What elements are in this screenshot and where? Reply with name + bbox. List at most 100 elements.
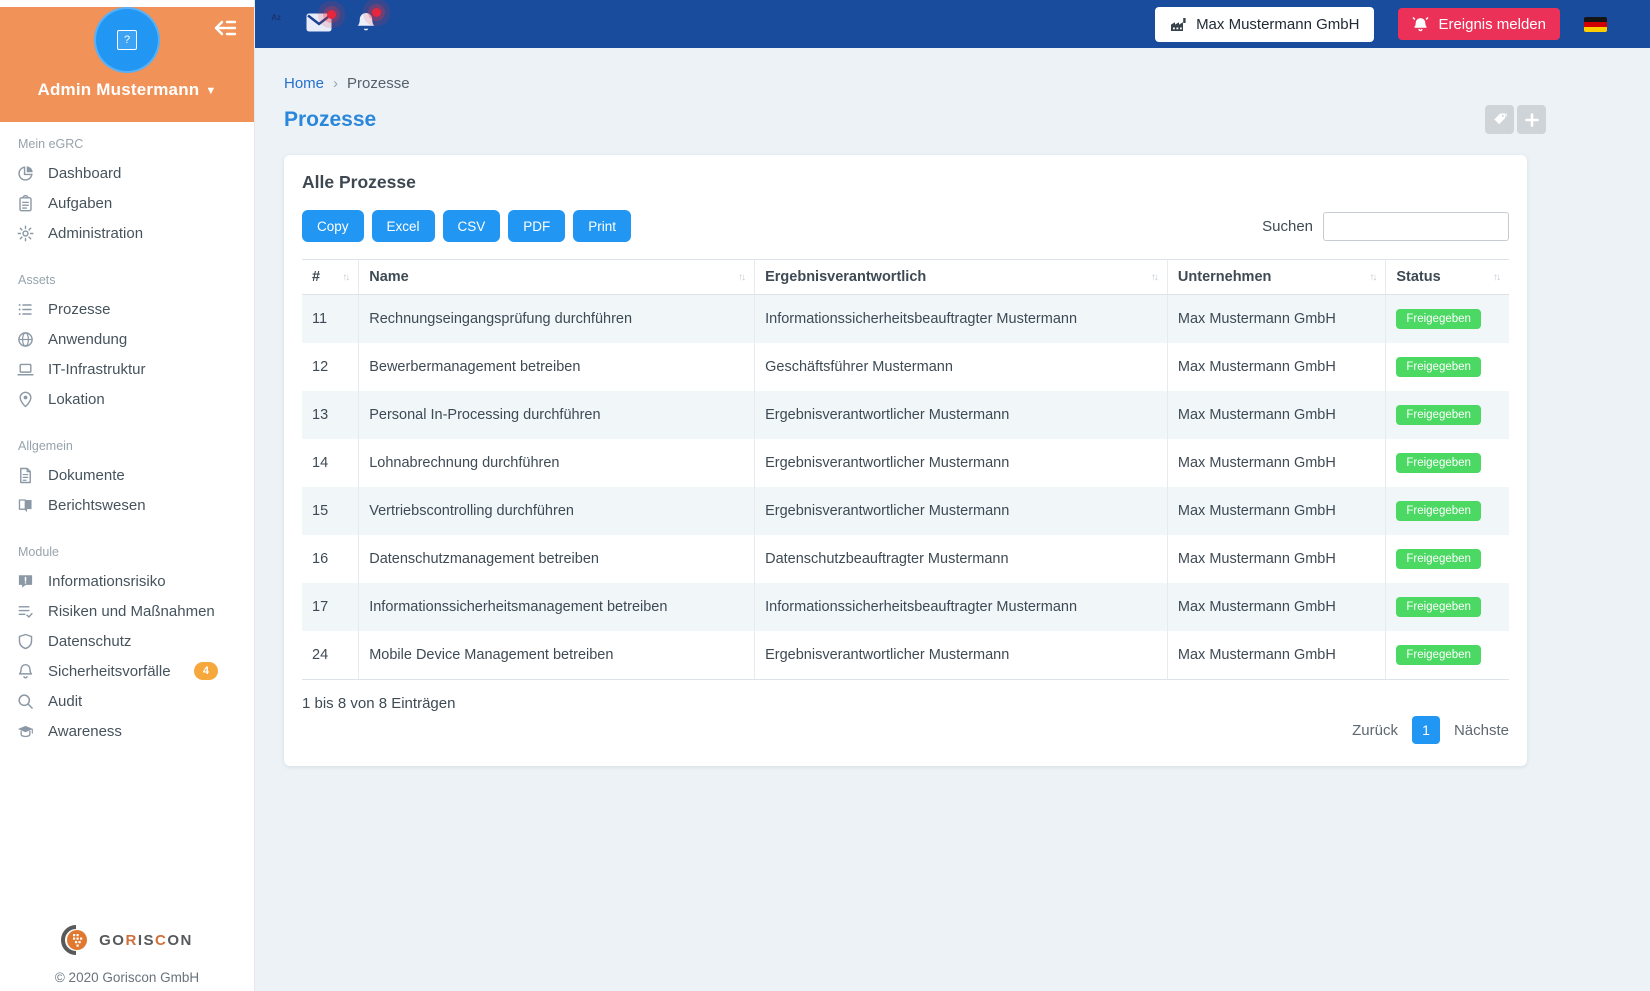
processes-table: # ↑↓ Name ↑↓ Ergebnisverantwortlich ↑↓ Unterne… bbox=[302, 259, 1509, 680]
pagination-next-button[interactable]: Nächste bbox=[1454, 722, 1509, 739]
cell-company: Max Mustermann GmbH bbox=[1167, 487, 1387, 535]
factory-icon bbox=[1171, 17, 1186, 31]
cell-company: Max Mustermann GmbH bbox=[1167, 583, 1387, 631]
search-icon bbox=[18, 693, 33, 709]
sidebar-item-label: Prozesse bbox=[48, 300, 111, 318]
alarm-bell-icon bbox=[1413, 16, 1429, 31]
sidebar-item-dokumente[interactable]: Dokumente bbox=[17, 460, 254, 490]
column-header-id[interactable]: # ↑↓ bbox=[302, 259, 360, 295]
report-event-button[interactable]: Ereignis melden bbox=[1398, 8, 1560, 40]
cell-responsible: Ergebnisverantwortlicher Mustermann bbox=[754, 439, 1168, 487]
status-badge: Freigegeben bbox=[1396, 501, 1481, 521]
sort-icon: ↑↓ bbox=[1150, 271, 1159, 283]
table-row[interactable]: 24 Mobile Device Management betreiben Erge… bbox=[302, 631, 1509, 680]
sidebar-item-informationsrisiko[interactable]: Informationsrisiko bbox=[17, 566, 254, 596]
sidebar-item-lokation[interactable]: Lokation bbox=[17, 384, 254, 414]
table-row[interactable]: 16 Datenschutzmanagement betreiben Datensc… bbox=[302, 535, 1509, 583]
sidebar-item-label: Dokumente bbox=[48, 466, 125, 484]
print-button[interactable]: Print bbox=[573, 210, 632, 242]
user-menu[interactable]: Admin Mustermann ▼ bbox=[0, 80, 254, 100]
search-input[interactable] bbox=[1323, 211, 1509, 241]
status-badge: Freigegeben bbox=[1396, 453, 1481, 473]
pdf-button[interactable]: PDF bbox=[508, 210, 566, 242]
chevron-right-icon: › bbox=[333, 75, 339, 92]
gear-icon bbox=[17, 225, 34, 241]
goriscon-logo-icon bbox=[61, 925, 88, 955]
sidebar-item-aufgaben[interactable]: Aufgaben bbox=[17, 188, 254, 218]
map-pin-icon bbox=[19, 391, 32, 407]
goriscon-logo: GORISCON bbox=[0, 925, 254, 955]
german-flag-icon[interactable] bbox=[1584, 16, 1607, 32]
pagination-current-page[interactable]: 1 bbox=[1411, 716, 1440, 744]
csv-button[interactable]: CSV bbox=[442, 210, 501, 242]
table-row[interactable]: 13 Personal In-Processing durchführen Erge… bbox=[302, 391, 1509, 439]
cell-id: 12 bbox=[302, 343, 360, 391]
book-icon bbox=[18, 498, 32, 512]
sort-icon: ↑↓ bbox=[1493, 271, 1501, 283]
notifications-bell-icon[interactable] bbox=[355, 8, 381, 37]
sidebar-item-sicherheitsvorf-lle[interactable]: Sicherheitsvorfälle 4 bbox=[17, 656, 254, 686]
status-badge: Freigegeben bbox=[1396, 645, 1481, 665]
sidebar-item-label: Dashboard bbox=[48, 164, 122, 182]
sidebar-item-risiken-und-ma-nahmen[interactable]: Risiken und Maßnahmen bbox=[17, 596, 254, 626]
column-header-unternehmen[interactable]: Unternehmen ↑↓ bbox=[1167, 259, 1387, 295]
sidebar-item-anwendung[interactable]: Anwendung bbox=[17, 324, 254, 354]
sidebar-item-datenschutz[interactable]: Datenschutz bbox=[17, 626, 254, 656]
page-header-actions bbox=[1485, 105, 1546, 134]
sidebar-item-label: Lokation bbox=[48, 390, 105, 408]
logo-segment: IS bbox=[137, 931, 156, 949]
column-header-ergebnisverantwortlich[interactable]: Ergebnisverantwortlich ↑↓ bbox=[754, 259, 1168, 295]
sidebar-item-label: IT-Infrastruktur bbox=[48, 360, 146, 378]
cell-responsible: Informationssicherheitsbeauftragter Must… bbox=[754, 583, 1168, 631]
sidebar-item-label: Sicherheitsvorfälle bbox=[48, 662, 171, 680]
export-buttons: Copy Excel CSV PDF Print bbox=[302, 210, 639, 242]
count-badge: 4 bbox=[193, 662, 218, 680]
search-wrap: Suchen bbox=[1262, 211, 1509, 241]
sidebar-item-dashboard[interactable]: Dashboard bbox=[17, 158, 254, 188]
pagination-prev-button[interactable]: Zurück bbox=[1352, 722, 1398, 739]
copy-button[interactable]: Copy bbox=[302, 210, 364, 242]
table-row[interactable]: 12 Bewerbermanagement betreiben Geschäftsf… bbox=[302, 343, 1509, 391]
cell-status: Freigegeben bbox=[1386, 487, 1509, 535]
copyright-text: © 2020 Goriscon GmbH bbox=[54, 970, 200, 985]
navbar-right: Max Mustermann GmbH Ereignis melden bbox=[1155, 6, 1607, 42]
laptop-icon bbox=[17, 363, 34, 376]
sidebar-section-title: Allgemein bbox=[18, 439, 73, 453]
table-row[interactable]: 14 Lohnabrechnung durchführen Ergebnisvera… bbox=[302, 439, 1509, 487]
cell-responsible: Ergebnisverantwortlicher Mustermann bbox=[754, 487, 1168, 535]
table-row[interactable]: 17 Informationssicherheitsmanagement betr… bbox=[302, 583, 1509, 631]
shield-icon bbox=[18, 633, 33, 649]
sidebar-section-allgemein: Allgemein Dokumente Berichtswesen bbox=[17, 439, 254, 520]
plus-icon[interactable] bbox=[1517, 105, 1546, 134]
cell-id: 11 bbox=[302, 294, 360, 343]
cell-name: Datenschutzmanagement betreiben bbox=[358, 535, 756, 583]
sidebar-item-awareness[interactable]: Awareness bbox=[17, 716, 254, 746]
sidebar-item-berichtswesen[interactable]: Berichtswesen bbox=[17, 490, 254, 520]
table-row[interactable]: 11 Rechnungseingangsprüfung durchführen In… bbox=[302, 294, 1509, 343]
avatar[interactable]: ? bbox=[94, 7, 160, 73]
excel-button[interactable]: Excel bbox=[371, 210, 435, 242]
cell-name: Bewerbermanagement betreiben bbox=[358, 343, 756, 391]
notification-badge bbox=[372, 8, 381, 17]
table-row[interactable]: 15 Vertriebscontrolling durchführen Ergebn… bbox=[302, 487, 1509, 535]
tags-icon[interactable] bbox=[1485, 105, 1514, 134]
sidebar-collapse-icon[interactable] bbox=[212, 18, 238, 41]
column-header-name[interactable]: Name ↑↓ bbox=[358, 259, 756, 295]
sidebar-item-prozesse[interactable]: Prozesse bbox=[17, 294, 254, 324]
breadcrumb-home-link[interactable]: Home bbox=[284, 75, 324, 92]
cell-responsible: Ergebnisverantwortlicher Mustermann bbox=[754, 631, 1168, 680]
sidebar-item-audit[interactable]: Audit bbox=[17, 686, 254, 716]
navbar-left-icons: Az bbox=[271, 8, 381, 37]
company-switcher-button[interactable]: Max Mustermann GmbH bbox=[1155, 6, 1375, 42]
cell-name: Informationssicherheitsmanagement betrei… bbox=[358, 583, 756, 631]
column-header-status[interactable]: Status ↑↓ bbox=[1385, 259, 1509, 295]
sidebar-item-administration[interactable]: Administration bbox=[17, 218, 254, 248]
cell-company: Max Mustermann GmbH bbox=[1167, 535, 1387, 583]
broken-image-icon: ? bbox=[117, 30, 137, 50]
sidebar-section-title: Mein eGRC bbox=[18, 137, 84, 151]
sidebar-item-it-infrastruktur[interactable]: IT-Infrastruktur bbox=[17, 354, 254, 384]
mail-icon[interactable] bbox=[306, 10, 336, 35]
cell-company: Max Mustermann GmbH bbox=[1167, 631, 1387, 680]
card-title: Alle Prozesse bbox=[302, 172, 416, 192]
company-name: Max Mustermann GmbH bbox=[1196, 15, 1360, 33]
